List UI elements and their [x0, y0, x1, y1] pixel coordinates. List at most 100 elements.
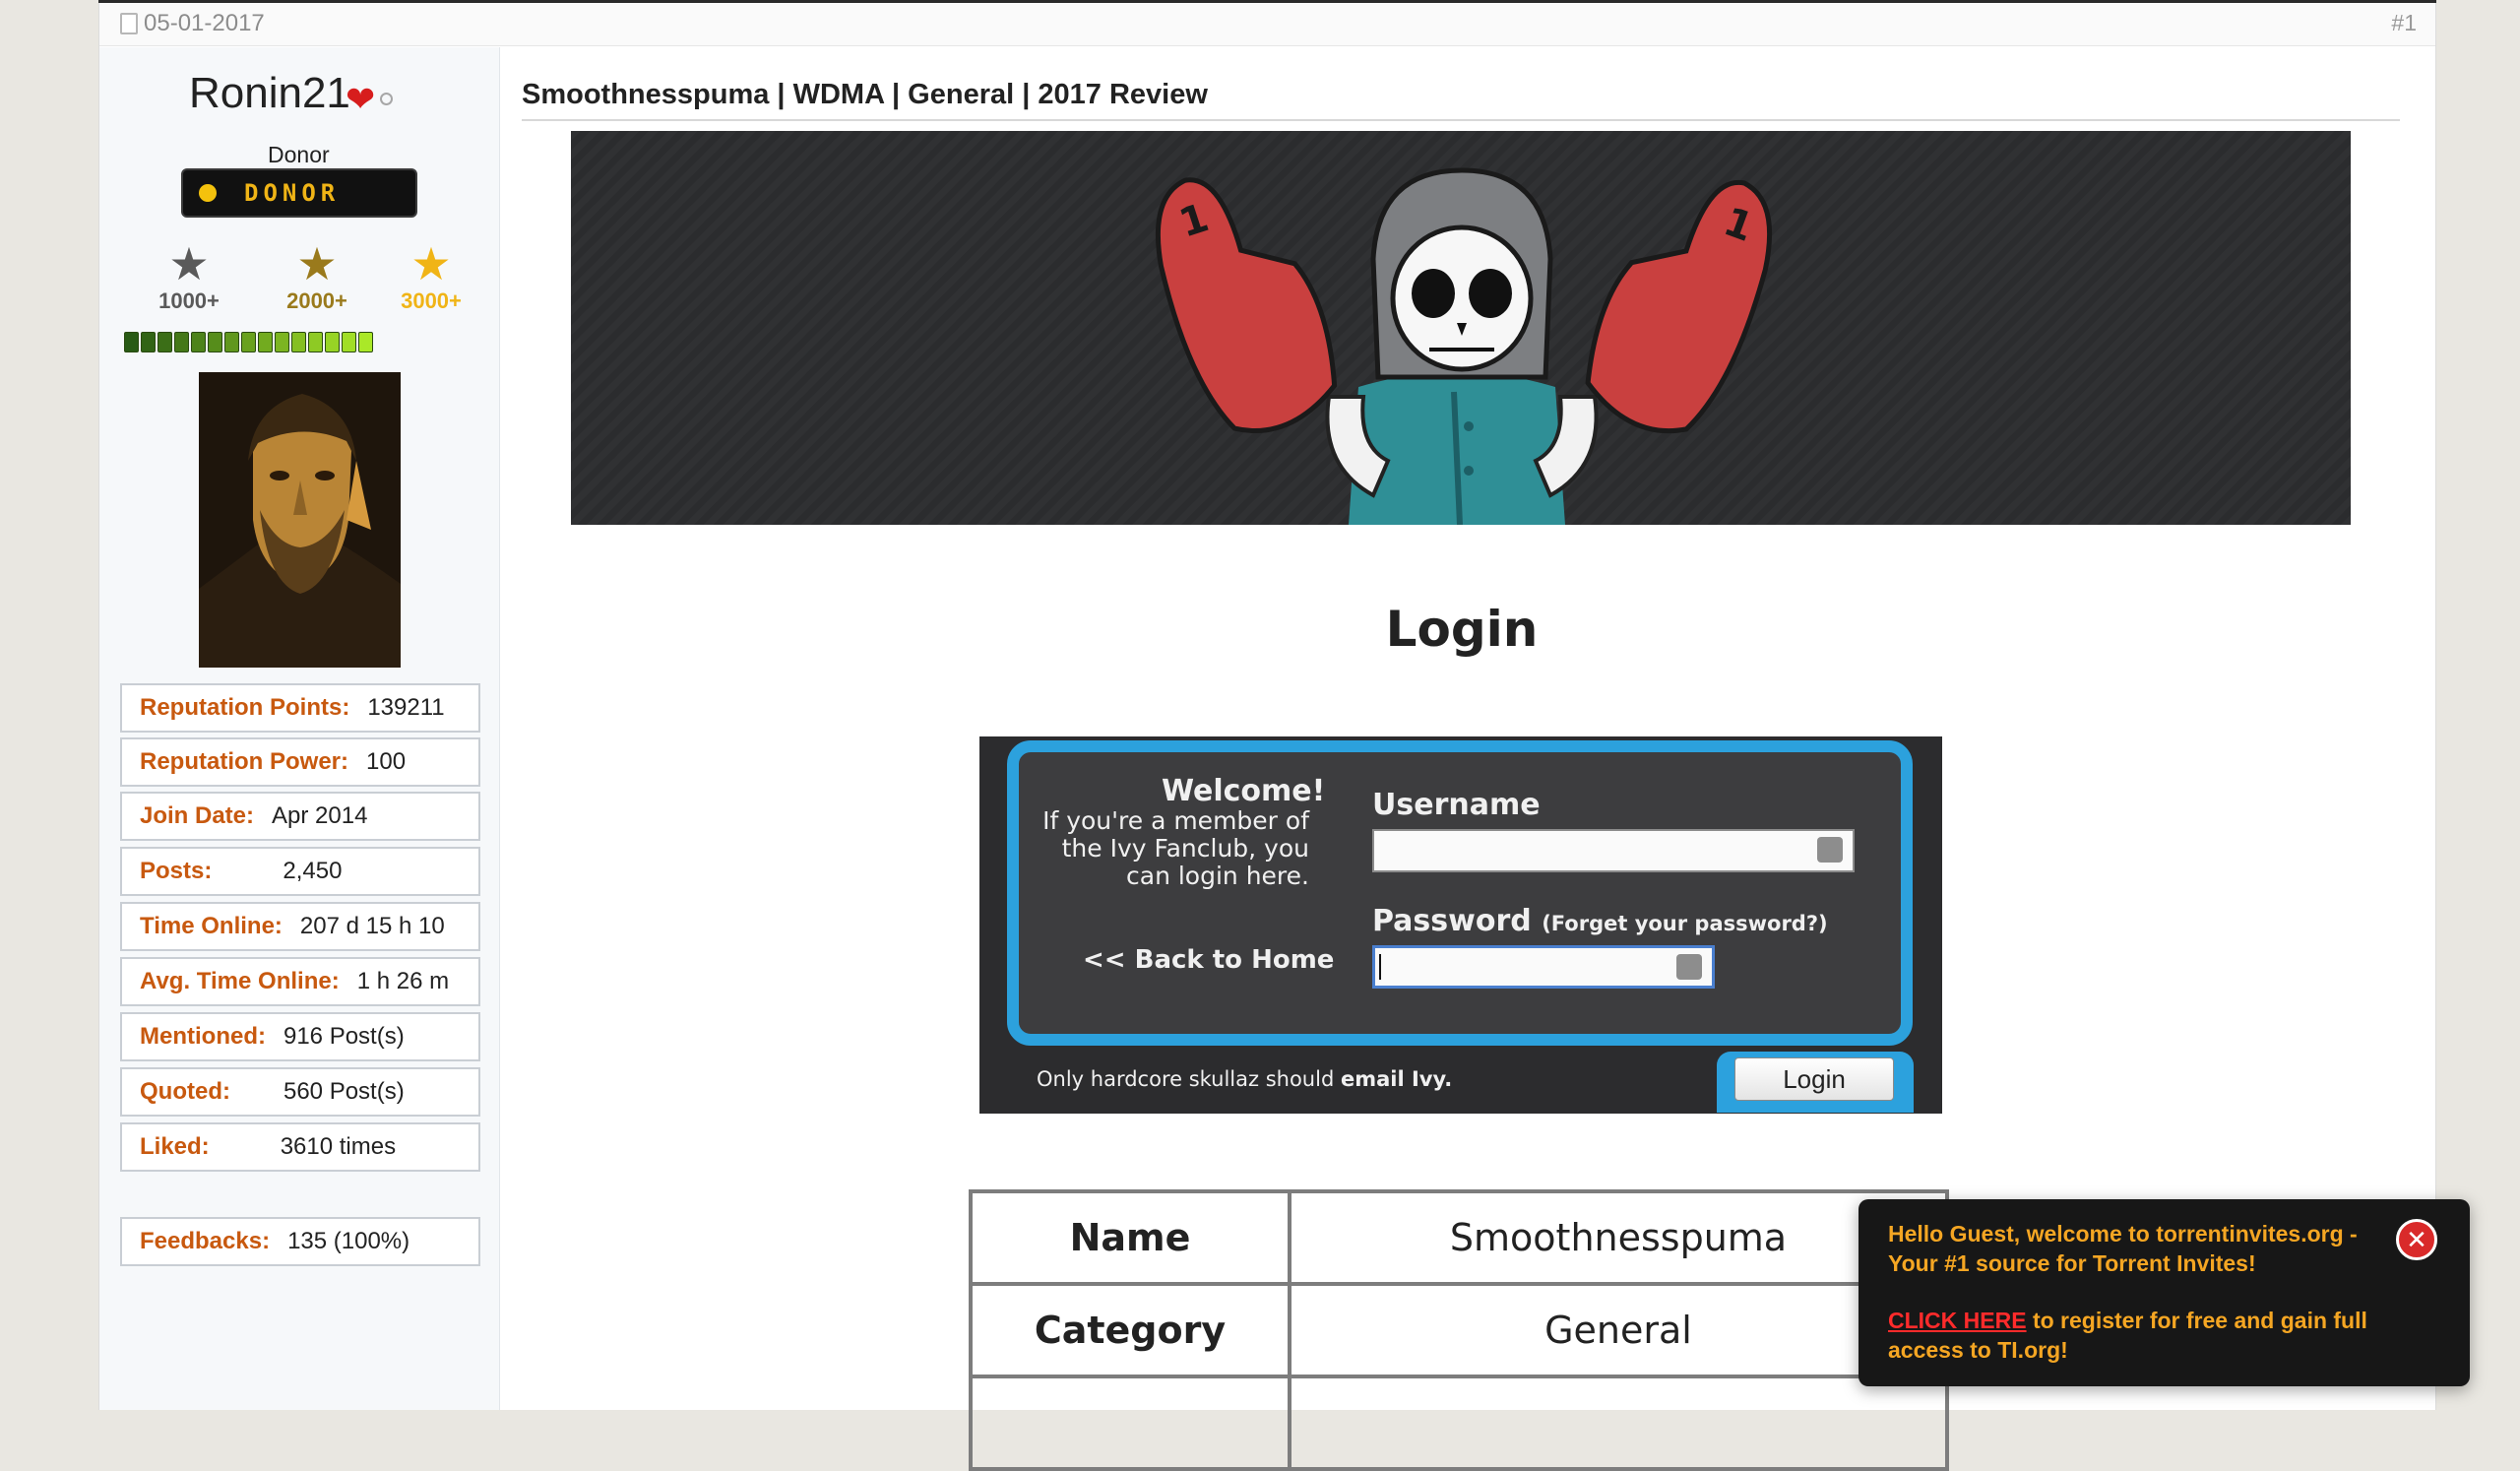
table-row: Name Smoothnesspuma: [969, 1189, 1949, 1286]
stat-quoted: Quoted: 560 Post(s): [120, 1067, 480, 1117]
stat-label: Mentioned:: [140, 1023, 266, 1050]
login-button[interactable]: Login: [1734, 1057, 1894, 1101]
reputation-segment: [208, 332, 222, 352]
stat-liked: Liked: 3610 times: [120, 1122, 480, 1172]
stat-value: 2,450: [283, 858, 343, 884]
donor-badge: DONOR: [181, 168, 417, 218]
heart-icon: ❤: [346, 79, 376, 119]
stat-label: Liked:: [140, 1133, 210, 1160]
stat-label: Reputation Power:: [140, 748, 349, 775]
stat-value: 3610 times: [280, 1133, 397, 1160]
reputation-segment: [141, 332, 156, 352]
reputation-segment: [224, 332, 239, 352]
stat-posts: Posts: 2,450: [120, 847, 480, 896]
table-header-cell: Category: [969, 1282, 1292, 1378]
offline-status-icon: [380, 93, 393, 105]
reputation-segment: [325, 332, 340, 352]
star-icon: ★: [168, 238, 210, 289]
welcome-title: Welcome!: [1162, 774, 1326, 808]
popup-register-text: CLICK HERE to register for free and gain…: [1888, 1306, 2439, 1365]
stat-feedbacks: Feedbacks: 135 (100%): [120, 1217, 480, 1266]
post-date-text: 05-01-2017: [144, 10, 265, 36]
award-1000: ★ 1000+: [150, 241, 228, 314]
stat-label: Time Online:: [140, 913, 283, 939]
password-label-text: Password: [1372, 904, 1532, 938]
reputation-segment: [342, 332, 356, 352]
stat-value: 100: [366, 748, 407, 775]
award-2000: ★ 2000+: [278, 241, 356, 314]
user-avatar[interactable]: [199, 372, 401, 668]
reputation-segment: [158, 332, 172, 352]
email-ivy-link[interactable]: email Ivy.: [1341, 1067, 1452, 1091]
award-3000: ★ 3000+: [392, 241, 471, 314]
welcome-line: the Ivy Fanclub, you: [1061, 834, 1309, 863]
stat-label: Quoted:: [140, 1078, 230, 1105]
click-here-link[interactable]: CLICK HERE: [1888, 1308, 2027, 1333]
user-title: Donor: [268, 142, 330, 167]
post-title: Smoothnesspuma | WDMA | General | 2017 R…: [522, 79, 1208, 110]
footer-prefix: Only hardcore skullaz should: [1037, 1067, 1341, 1091]
stat-label: Posts:: [140, 858, 213, 884]
stat-reputation-points: Reputation Points: 139211: [120, 683, 480, 733]
table-value-cell: Smoothnesspuma: [1288, 1189, 1949, 1286]
reputation-segment: [174, 332, 189, 352]
welcome-line: If you're a member of: [1042, 806, 1309, 835]
close-icon[interactable]: ✕: [2396, 1219, 2437, 1260]
table-row: [969, 1375, 1949, 1471]
reputation-segment: [358, 332, 373, 352]
reputation-segment: [275, 332, 289, 352]
password-label: Password (Forget your password?): [1372, 904, 1828, 938]
stat-label: Avg. Time Online:: [140, 968, 340, 994]
stat-label: Join Date:: [140, 802, 255, 829]
reputation-segment: [291, 332, 306, 352]
username-label: Username: [1372, 788, 1541, 822]
popup-message: Hello Guest, welcome to torrentinvites.o…: [1888, 1221, 2358, 1276]
stat-reputation-power: Reputation Power: 100: [120, 737, 480, 787]
stat-value: 1 h 26 m: [356, 968, 450, 994]
title-divider: [522, 119, 2400, 121]
username-input[interactable]: [1372, 829, 1855, 872]
reputation-segment: [258, 332, 273, 352]
award-label: 2000+: [286, 288, 347, 313]
table-header-cell: [969, 1375, 1292, 1471]
banner-image: 1 1: [571, 131, 2351, 525]
forgot-password-link[interactable]: (Forget your password?): [1542, 912, 1827, 935]
login-heading: Login: [1385, 601, 1539, 658]
stat-label: Reputation Points:: [140, 694, 350, 721]
post-number-link[interactable]: #1: [2391, 10, 2417, 36]
reputation-segment: [241, 332, 256, 352]
stat-value: 207 d 15 h 10: [299, 913, 445, 939]
document-icon: [120, 13, 138, 34]
stat-time-online: Time Online: 207 d 15 h 10: [120, 902, 480, 951]
stat-value: 139211: [367, 694, 445, 721]
username-link[interactable]: Ronin21: [189, 69, 350, 118]
login-footer-text: Only hardcore skullaz should email Ivy.: [1037, 1067, 1452, 1091]
stat-avg-time-online: Avg. Time Online: 1 h 26 m: [120, 957, 480, 1006]
keyboard-icon: [1676, 954, 1702, 980]
stat-value[interactable]: 135 (100%): [287, 1228, 410, 1255]
welcome-text: If you're a member of the Ivy Fanclub, y…: [1024, 807, 1309, 890]
table-value-cell: [1288, 1375, 1949, 1471]
password-input[interactable]: [1372, 945, 1715, 989]
table-value-cell: General: [1288, 1282, 1949, 1378]
keyboard-icon: [1817, 837, 1843, 863]
reputation-segment: [308, 332, 323, 352]
guest-welcome-popup: Hello Guest, welcome to torrentinvites.o…: [1858, 1199, 2470, 1386]
star-icon: ★: [410, 238, 452, 289]
post-count-awards: ★ 1000+ ★ 2000+ ★ 3000+: [148, 241, 482, 320]
reputation-segment: [124, 332, 139, 352]
reputation-segment: [191, 332, 206, 352]
stat-value[interactable]: 560 Post(s): [284, 1078, 405, 1106]
reputation-bar: [124, 332, 373, 352]
stat-join-date: Join Date: Apr 2014: [120, 792, 480, 841]
award-label: 3000+: [401, 288, 462, 313]
award-label: 1000+: [158, 288, 220, 313]
star-icon: ★: [296, 238, 338, 289]
welcome-line: can login here.: [1126, 862, 1309, 890]
stat-value[interactable]: 916 Post(s): [284, 1023, 405, 1051]
stat-label: Feedbacks:: [140, 1228, 271, 1254]
back-to-home-link[interactable]: << Back to Home: [1083, 945, 1334, 975]
stat-mentioned: Mentioned: 916 Post(s): [120, 1012, 480, 1061]
review-info-table: Name Smoothnesspuma Category General: [969, 1189, 1949, 1471]
text-caret: [1379, 954, 1381, 980]
